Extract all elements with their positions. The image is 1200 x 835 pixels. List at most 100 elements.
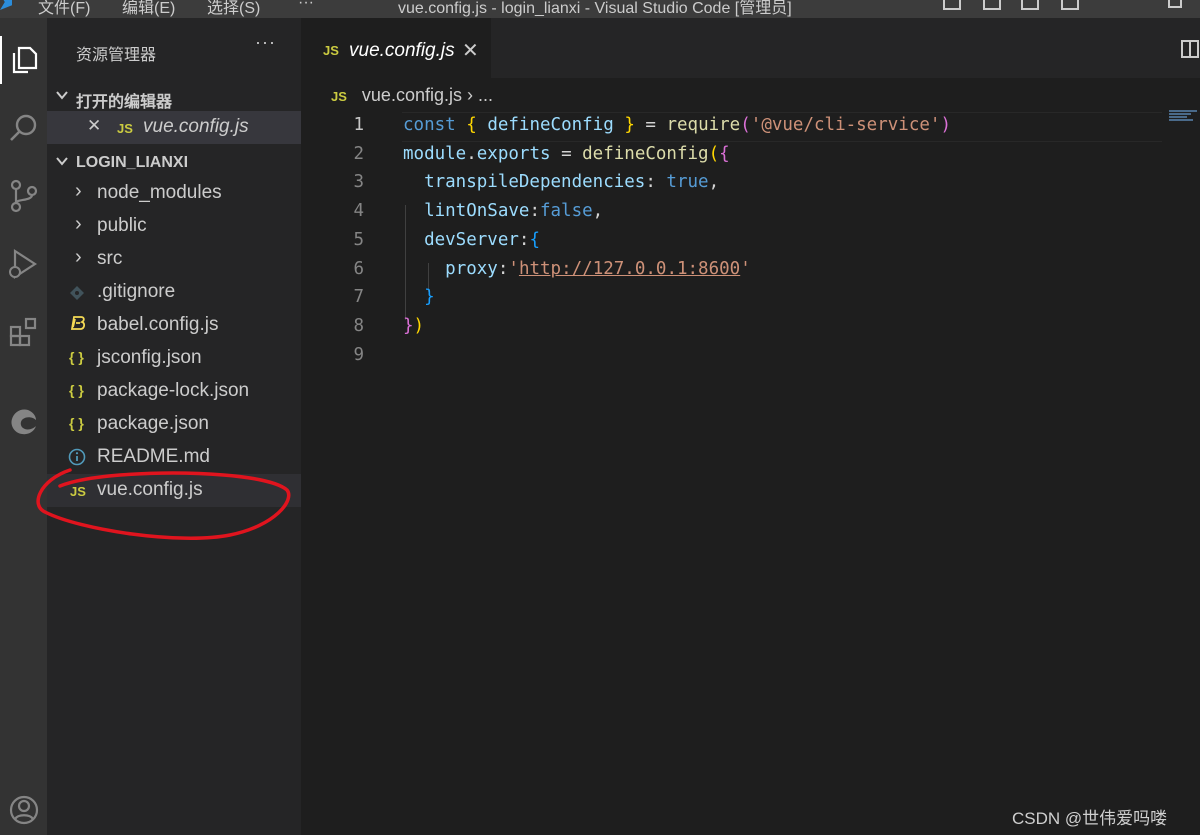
code-line[interactable]: 6 proxy:'http://127.0.0.1:8600' [301, 256, 1200, 285]
menu-selection[interactable]: 选择(S) [207, 0, 260, 18]
line-number: 4 [353, 201, 364, 222]
file-gitignore[interactable]: .gitignore [47, 276, 301, 309]
code-token: . [466, 143, 477, 164]
code-token: } [624, 115, 635, 135]
folder-node-modules[interactable]: › node_modules [47, 177, 301, 210]
code-line[interactable]: 4 lintOnSave:false, [301, 198, 1200, 227]
title-bar: 文件(F) 编辑(E) 选择(S) ··· vue.config.js - lo… [0, 0, 1200, 18]
file-package-lock[interactable]: { } package-lock.json [47, 375, 301, 408]
run-debug-icon[interactable] [0, 240, 47, 288]
code-line[interactable]: 2 module.exports = defineConfig({ [301, 141, 1200, 170]
breadcrumb-separator: › [467, 85, 473, 105]
editor-area: JS vue.config.js ✕ JS vue.config.js › ..… [301, 18, 1200, 835]
babel-icon [69, 315, 87, 338]
breadcrumb-file[interactable]: vue.config.js [362, 85, 462, 105]
code-token: ' [740, 258, 751, 279]
code-token: const [403, 115, 456, 135]
project-title: LOGIN_LIANXI [76, 154, 189, 171]
file-vue-config[interactable]: JS vue.config.js [47, 474, 301, 507]
code-token: '@vue/cli-service' [750, 115, 941, 135]
file-label: node_modules [97, 182, 222, 203]
file-label: public [97, 215, 147, 236]
code-line[interactable]: 1 const { defineConfig } = require('@vue/… [301, 112, 1200, 142]
json-file-icon: { } [69, 349, 84, 365]
line-number: 6 [353, 258, 364, 279]
chevron-right-icon: › [75, 180, 82, 202]
watermark: CSDN @世伟爱吗喽 [1012, 809, 1168, 828]
menu-more[interactable]: ··· [298, 0, 314, 12]
chevron-right-icon: › [75, 246, 82, 268]
close-icon[interactable]: ✕ [462, 38, 479, 63]
close-icon[interactable]: ✕ [87, 116, 101, 136]
tab-vue-config[interactable]: JS vue.config.js ✕ [301, 18, 491, 78]
extensions-icon[interactable] [0, 308, 47, 356]
file-jsconfig[interactable]: { } jsconfig.json [47, 342, 301, 375]
edge-icon[interactable] [0, 398, 47, 446]
toggle-secondary-sidebar-icon[interactable] [1021, 0, 1039, 10]
menu-edit[interactable]: 编辑(E) [122, 0, 175, 18]
customize-layout-icon[interactable] [1061, 0, 1079, 10]
code-token: transpileDependencies [424, 172, 646, 193]
code-line[interactable]: 3 transpileDependencies: true, [301, 169, 1200, 198]
window-title: vue.config.js - login_lianxi - Visual St… [398, 0, 792, 17]
explorer-icon[interactable] [0, 36, 47, 84]
menu-file[interactable]: 文件(F) [38, 0, 90, 18]
code-token: lintOnSave [424, 201, 530, 222]
line-number: 9 [353, 344, 364, 365]
code-token: : [645, 172, 667, 193]
code-token: : [497, 258, 509, 279]
code-token: defineConfig [582, 143, 709, 164]
code-token: = [634, 115, 667, 135]
breadcrumb-symbol[interactable]: ... [478, 85, 493, 105]
file-readme[interactable]: README.md [47, 441, 301, 474]
line-source: } [403, 287, 435, 307]
code-token: module [403, 143, 467, 164]
breadcrumb: JS vue.config.js › ... [331, 85, 493, 106]
code-token: } [403, 315, 414, 336]
code-token: false [539, 201, 593, 222]
code-line[interactable]: 5 devServer:{ [301, 227, 1200, 256]
toggle-sidebar-icon[interactable] [943, 0, 961, 10]
source-control-icon[interactable] [0, 172, 47, 220]
file-label: babel.config.js [97, 314, 219, 335]
file-label: README.md [97, 446, 210, 467]
code-token: , [708, 172, 720, 193]
code-token: require [666, 115, 741, 135]
project-section[interactable]: LOGIN_LIANXI [47, 148, 301, 178]
file-label: package.json [97, 413, 209, 434]
code-line[interactable]: 7 } [301, 284, 1200, 313]
open-editors-section[interactable]: 打开的编辑器 [47, 82, 301, 112]
account-icon[interactable] [0, 786, 47, 834]
folder-public[interactable]: › public [47, 210, 301, 243]
line-source: devServer:{ [403, 230, 540, 250]
code-line[interactable]: 8}) [301, 313, 1200, 342]
maximize-window-icon[interactable] [1168, 0, 1182, 8]
folder-src[interactable]: › src [47, 243, 301, 276]
line-number: 5 [353, 229, 364, 250]
chevron-down-icon [55, 88, 69, 107]
code-token: ) [413, 315, 425, 336]
explorer-more-actions[interactable]: ··· [255, 32, 276, 53]
file-package-json[interactable]: { } package.json [47, 408, 301, 441]
open-editor-label: vue.config.js [143, 116, 249, 137]
file-babel-config[interactable]: babel.config.js [47, 309, 301, 342]
code-token: = [550, 143, 583, 164]
toggle-panel-icon[interactable] [983, 0, 1001, 10]
code-line[interactable]: 9 [301, 342, 1200, 371]
split-editor-icon[interactable] [1181, 40, 1199, 58]
js-file-icon: JS [323, 43, 339, 58]
open-editors-title: 打开的编辑器 [76, 94, 173, 111]
search-icon[interactable] [0, 104, 47, 152]
code-token: ( [740, 115, 751, 135]
code-token: : [529, 201, 540, 222]
line-source: module.exports = defineConfig({ [403, 144, 730, 164]
code-token: } [424, 287, 435, 308]
code-token: http://127.0.0.1:8600 [518, 258, 741, 279]
code-token: { [529, 229, 540, 250]
line-number: 7 [353, 287, 364, 308]
open-editor-item[interactable]: ✕ JS vue.config.js [47, 111, 301, 144]
